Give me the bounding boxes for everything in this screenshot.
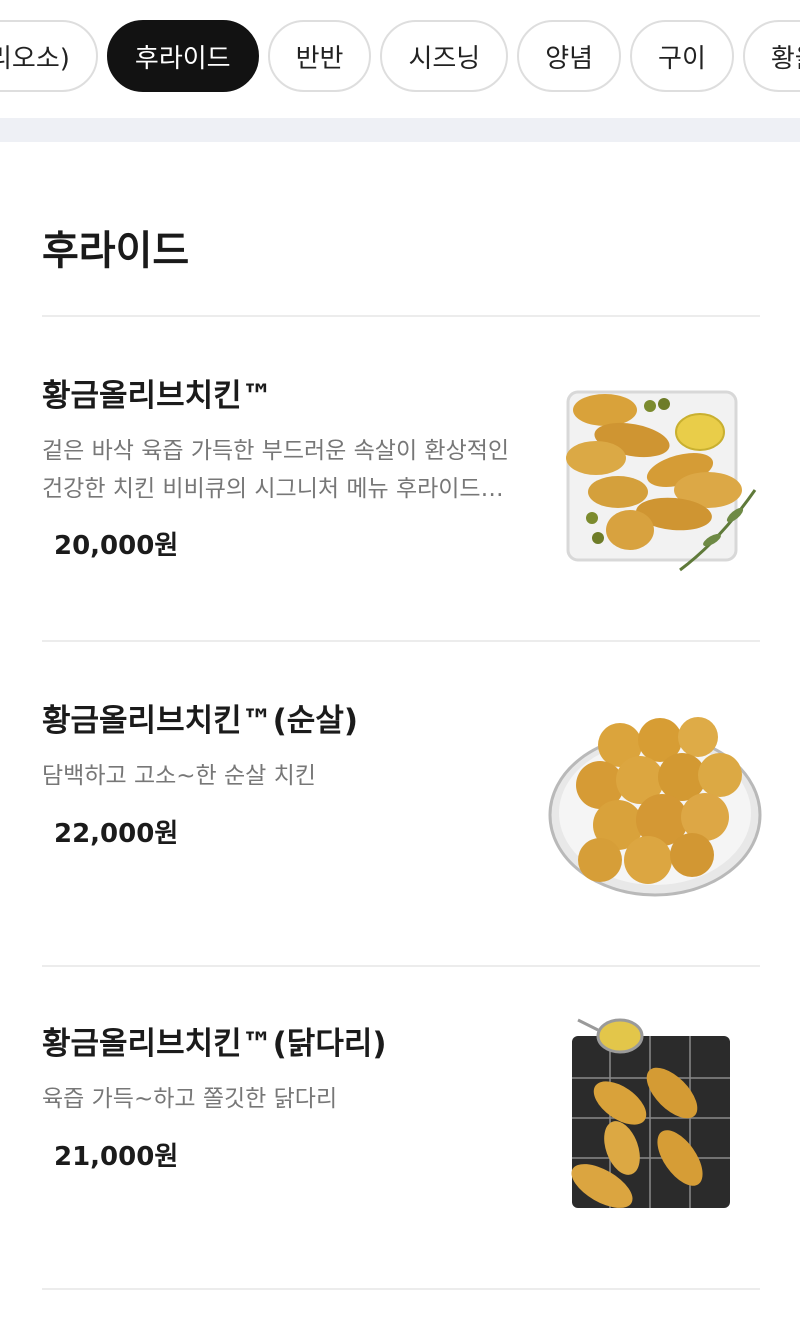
menu-item-description: 겉은 바삭 육즙 가득한 부드러운 속살이 환상적인 건강한 치킨 비비큐의 시… (42, 432, 512, 508)
tab-prev-category[interactable]: 리오소) (0, 20, 98, 92)
section-divider-band (0, 118, 800, 142)
menu-item-price: 21,000원 (54, 1142, 179, 1172)
menu-item-name: 황금올리브치킨™ (42, 378, 273, 414)
menu-item[interactable]: 황금올리브치킨™(닭다리) 육즙 가득~하고 쫄깃한 닭다리 21,000원 (0, 1018, 800, 1338)
section-title: 후라이드 (42, 228, 190, 274)
tab-fried[interactable]: 후라이드 (106, 20, 259, 92)
tab-seasoning[interactable]: 시즈닝 (380, 20, 509, 92)
menu-item-name: 황금올리브치킨™(순살) (42, 703, 359, 739)
menu-item-description: 육즙 가득~하고 쫄깃한 닭다리 (42, 1080, 512, 1118)
tab-grilled[interactable]: 구이 (630, 20, 734, 92)
drumstick-chicken-image (571, 1018, 730, 1208)
category-tab-bar: 리오소) 후라이드 반반 시즈닝 양념 구이 황올 (0, 0, 800, 118)
divider (42, 640, 760, 642)
divider (42, 965, 760, 967)
menu-item-name: 황금올리브치킨™(닭다리) (42, 1026, 387, 1062)
divider (42, 315, 760, 317)
tab-golden-olive[interactable]: 황올 (742, 20, 800, 92)
fried-chicken-image (566, 390, 757, 572)
description-line: 건강한 치킨 비비큐의 시그니처 메뉴 후라이드… (42, 476, 504, 502)
menu-item-price: 22,000원 (54, 819, 179, 849)
menu-item-price: 20,000원 (54, 531, 179, 561)
boneless-chicken-image (548, 717, 762, 897)
tab-yangnyeom[interactable]: 양념 (517, 20, 622, 92)
description-line: 담백하고 고소~한 순살 치킨 (42, 763, 316, 789)
category-tabs: 리오소) 후라이드 반반 시즈닝 양념 구이 황올 (0, 20, 800, 96)
divider (42, 1288, 760, 1290)
tab-half-half[interactable]: 반반 (267, 20, 372, 92)
menu-item[interactable]: 황금올리브치킨™(순살) 담백하고 고소~한 순살 치킨 22,000원 (0, 695, 800, 1015)
description-line: 겉은 바삭 육즙 가득한 부드러운 속살이 환상적인 (42, 438, 510, 464)
menu-item[interactable]: 황금올리브치킨™ 겉은 바삭 육즙 가득한 부드러운 속살이 환상적인 건강한 … (0, 370, 800, 690)
description-line: 육즙 가득~하고 쫄깃한 닭다리 (42, 1086, 338, 1112)
menu-item-description: 담백하고 고소~한 순살 치킨 (42, 757, 512, 795)
